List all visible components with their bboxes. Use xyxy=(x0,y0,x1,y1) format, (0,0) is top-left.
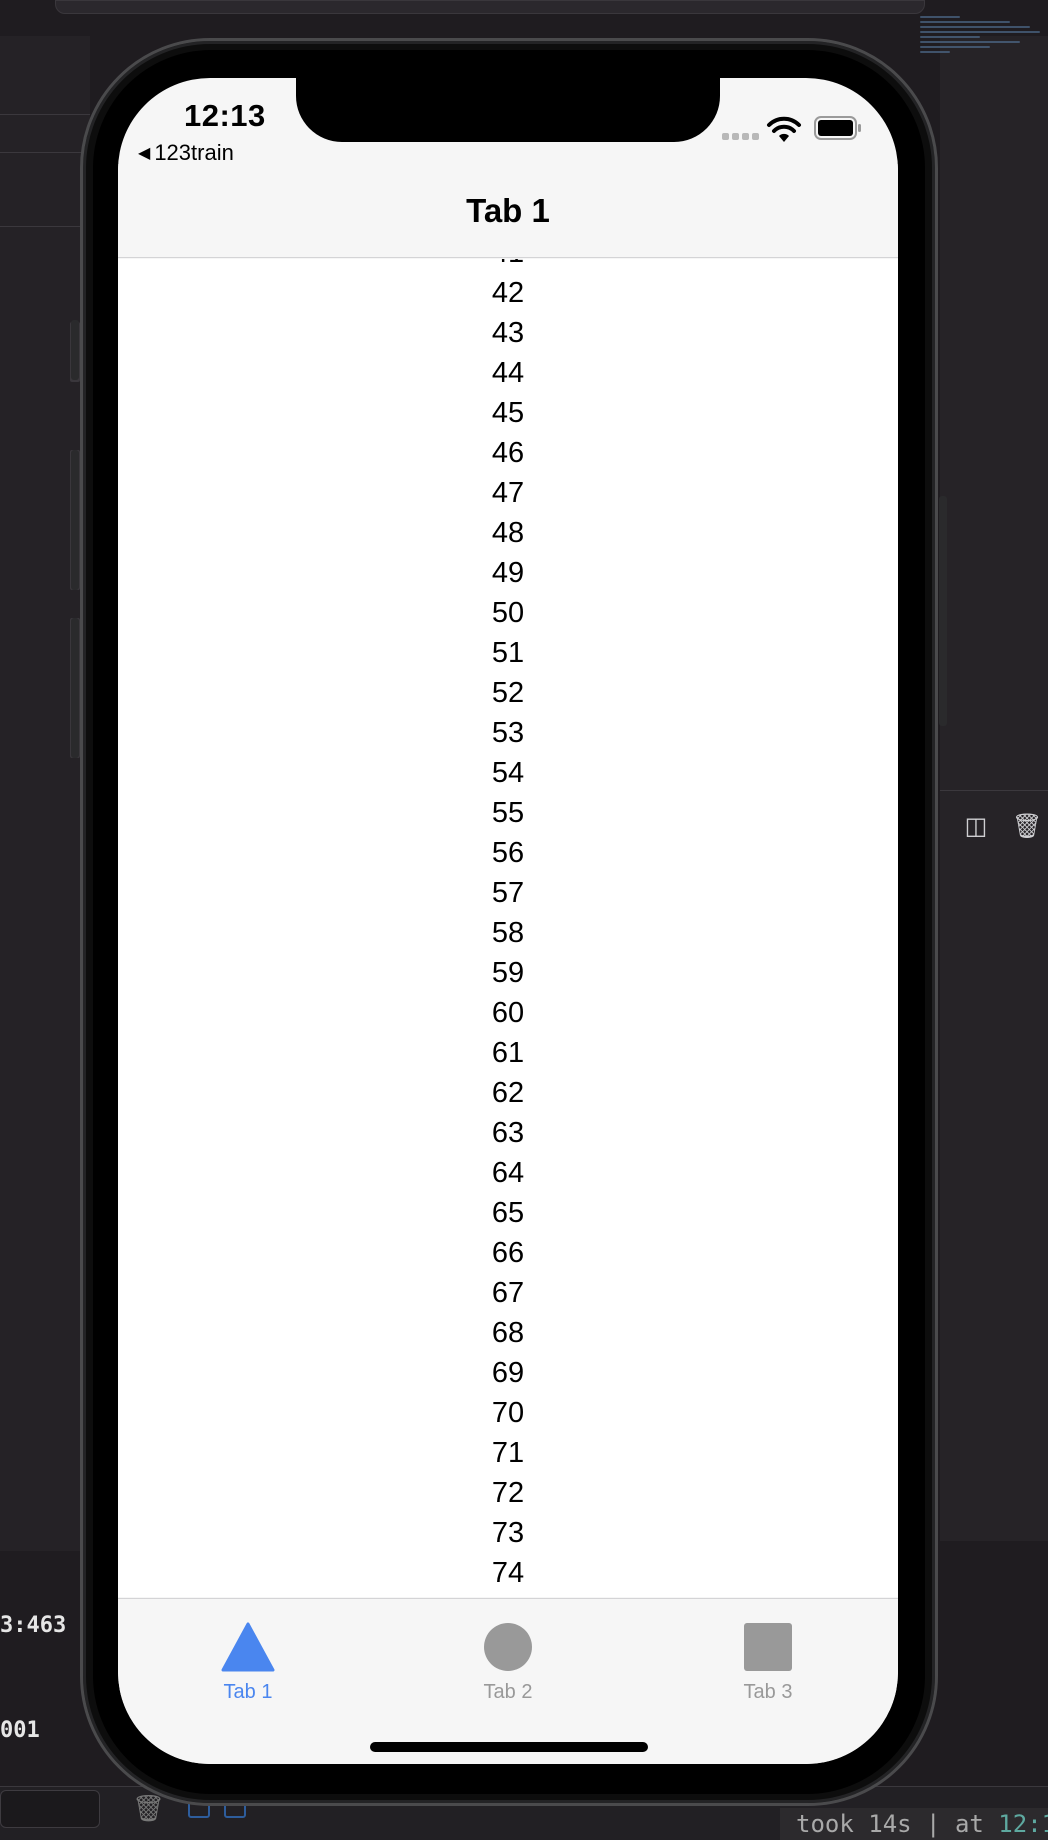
list-item: 67 xyxy=(491,1277,525,1309)
console-filter-field[interactable] xyxy=(0,1790,100,1828)
wifi-icon xyxy=(767,116,801,142)
list-item: 45 xyxy=(491,397,525,429)
battery-icon xyxy=(814,116,861,140)
list-item: 52 xyxy=(491,677,525,709)
list-item: 47 xyxy=(491,477,525,509)
list-item: 64 xyxy=(491,1157,525,1189)
power-button xyxy=(939,496,947,726)
list-item: 55 xyxy=(491,797,525,829)
list-item: 57 xyxy=(491,877,525,909)
cellular-signal-icon xyxy=(722,133,759,140)
xcode-right-panel xyxy=(940,36,1048,1541)
volume-down-button xyxy=(71,618,79,758)
back-to-app-link[interactable]: ◀ 123train xyxy=(138,140,234,166)
panel-divider xyxy=(0,152,90,153)
back-app-label: 123train xyxy=(154,140,234,165)
phone-screen: 12:13 ◀123train Tab 1 41 42 43 44 45 46 47 48 49… xyxy=(118,78,898,1764)
back-arrow-icon: ◀ xyxy=(138,143,151,162)
list-item: 65 xyxy=(491,1197,525,1229)
xcode-left-panel xyxy=(0,36,90,1551)
list-item: 74 xyxy=(491,1557,525,1589)
list-item: 61 xyxy=(491,1037,525,1069)
list-item: 54 xyxy=(491,757,525,789)
list-item: 73 xyxy=(491,1517,525,1549)
list-item: 42 xyxy=(491,277,525,309)
console-text: 001 xyxy=(0,1718,40,1743)
list-item: 60 xyxy=(491,997,525,1029)
list-item: 58 xyxy=(491,917,525,949)
list-item: 51 xyxy=(491,637,525,669)
tab-1[interactable]: Tab 1 xyxy=(148,1611,348,1711)
volume-up-button xyxy=(71,450,79,590)
split-view-icon[interactable]: ◫ xyxy=(962,812,990,840)
list-item: 44 xyxy=(491,357,525,389)
tab-2[interactable]: Tab 2 xyxy=(408,1611,608,1711)
list-item: 72 xyxy=(491,1477,525,1509)
list-item: 43 xyxy=(491,317,525,349)
list-item: 69 xyxy=(491,1357,525,1389)
panel-divider xyxy=(0,226,90,227)
list-item: 68 xyxy=(491,1317,525,1349)
terminal-status: took 14s | at 12:1 xyxy=(780,1808,1048,1840)
list-item: 53 xyxy=(491,717,525,749)
home-indicator xyxy=(370,1742,648,1752)
list-item: 62 xyxy=(491,1077,525,1109)
list-item: 71 xyxy=(491,1437,525,1469)
tab-bar: Tab 1 Tab 2 Tab 3 xyxy=(118,1598,898,1764)
list-item: 66 xyxy=(491,1237,525,1269)
page-title: Tab 1 xyxy=(466,192,550,229)
scroll-list[interactable]: 41 42 43 44 45 46 47 48 49 50 51 52 53 54 55 56 57 58 59 60… xyxy=(118,259,898,1597)
circle-icon xyxy=(484,1623,532,1671)
code-minimap xyxy=(920,16,1048,66)
navigation-bar: Tab 1 xyxy=(118,164,898,258)
list-content: 41 42 43 44 45 46 47 48 49 50 51 52 53 54 55 56 57 58 59 60… xyxy=(118,259,898,1593)
list-item: 49 xyxy=(491,557,525,589)
tab-label: Tab 1 xyxy=(223,1681,273,1703)
list-item: 50 xyxy=(491,597,525,629)
list-item: 48 xyxy=(491,517,525,549)
list-item: 46 xyxy=(491,437,525,469)
triangle-icon xyxy=(221,1622,275,1672)
square-icon xyxy=(744,1623,792,1671)
console-text: 3:463 xyxy=(0,1613,67,1638)
notch xyxy=(296,78,720,142)
tab-label: Tab 2 xyxy=(483,1681,533,1703)
xcode-toolbar xyxy=(55,0,925,14)
tab-label: Tab 3 xyxy=(743,1681,793,1703)
trash-icon[interactable]: 🗑 xyxy=(1012,812,1042,840)
panel-divider xyxy=(940,790,1048,791)
tab-3[interactable]: Tab 3 xyxy=(668,1611,868,1711)
status-time: 12:13 xyxy=(184,98,266,133)
mute-switch xyxy=(71,320,79,380)
list-item: 59 xyxy=(491,957,525,989)
panel-divider xyxy=(0,114,90,115)
list-item: 56 xyxy=(491,837,525,869)
list-item: 63 xyxy=(491,1117,525,1149)
list-item: 70 xyxy=(491,1397,525,1429)
clear-console-icon[interactable]: 🗑 xyxy=(132,1794,165,1824)
list-item: 41 xyxy=(118,259,898,273)
